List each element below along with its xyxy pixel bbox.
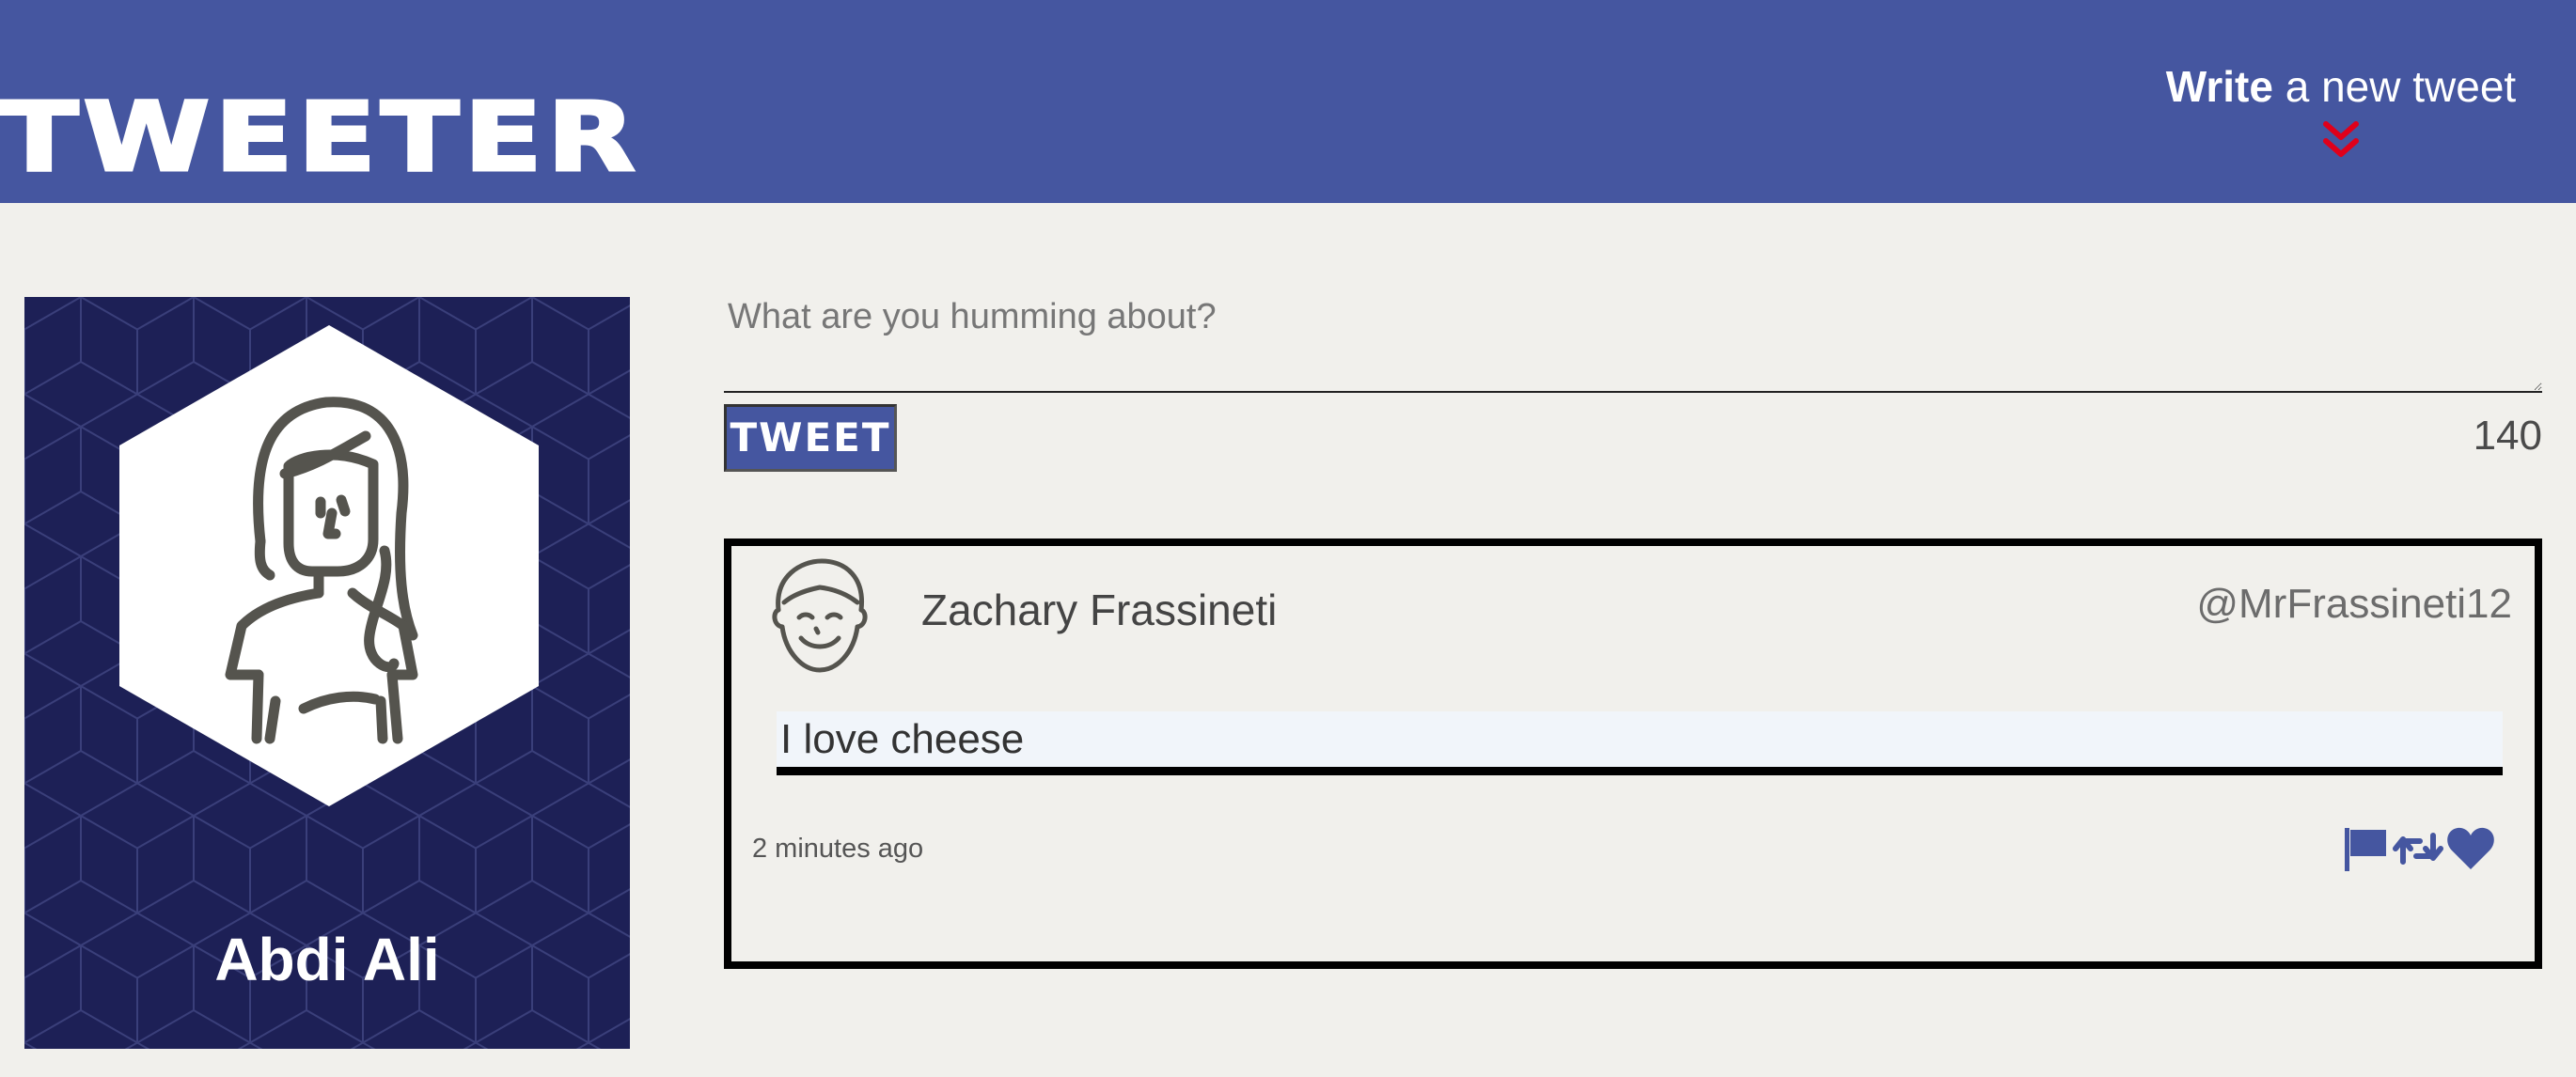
profile-card: Abdi Ali — [24, 297, 630, 1049]
tweet-card: Zachary Frassineti @MrFrassineti12 I lov… — [724, 538, 2542, 969]
retweet-icon[interactable] — [2392, 822, 2444, 875]
write-new-tweet-label: Write a new tweet — [2165, 62, 2517, 111]
tweet-composer: TWEET 140 — [724, 278, 2542, 476]
brand-logo: TWEETER — [0, 82, 640, 194]
tweet-author-handle: @MrFrassineti12 — [2196, 581, 2512, 627]
top-navbar: TWEETER Write a new tweet — [0, 0, 2576, 203]
write-new-tweet-button[interactable]: Write a new tweet — [2153, 47, 2529, 169]
tweet-timestamp: 2 minutes ago — [752, 834, 924, 864]
tweet-author-name: Zachary Frassineti — [921, 585, 1278, 634]
hexagon-woman-avatar-icon — [119, 325, 539, 806]
tweet-submit-button[interactable]: TWEET — [724, 404, 897, 472]
heart-icon[interactable] — [2444, 822, 2497, 875]
tweet-actions — [2339, 822, 2497, 875]
character-counter: 140 — [2473, 413, 2542, 459]
tweet-text-input[interactable] — [724, 278, 2542, 393]
smiling-man-avatar-icon — [772, 558, 868, 673]
flag-icon[interactable] — [2339, 822, 2392, 875]
profile-name: Abdi Ali — [214, 926, 440, 993]
tweet-content: I love cheese — [777, 711, 2503, 775]
